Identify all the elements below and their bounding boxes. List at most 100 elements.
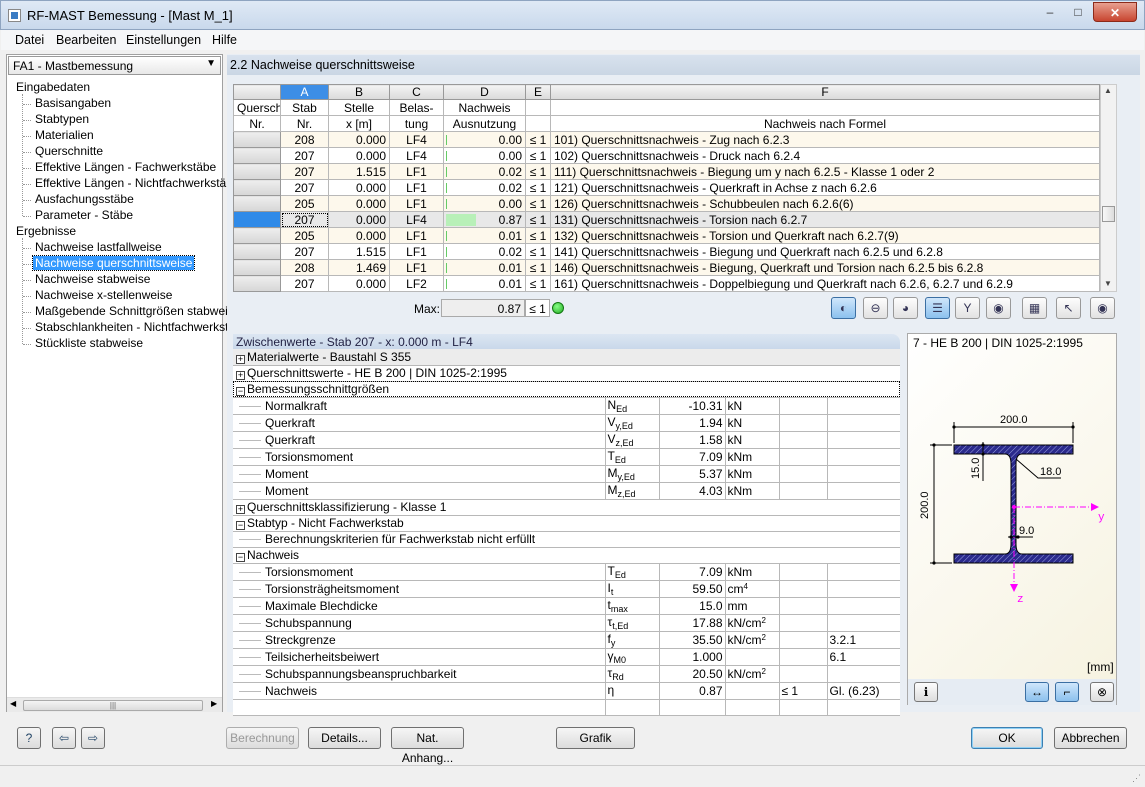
details-group[interactable]: + Querschnittsklassifizierung - Klasse 1 (233, 499, 900, 516)
utilization-cell[interactable]: 0.00 (443, 147, 526, 164)
row-header[interactable] (233, 195, 281, 212)
expand-icon[interactable]: + (236, 354, 245, 364)
loadcase-cell[interactable]: LF4 (389, 147, 444, 164)
table-row[interactable]: 207 1.515 LF1 0.02 ≤ 1 141) Querschnittsnachw… (233, 243, 1100, 260)
axis-toggle-button[interactable]: ⌐ (1055, 682, 1079, 702)
row-header[interactable] (233, 243, 281, 260)
expand-icon[interactable]: + (236, 505, 245, 514)
case-select[interactable]: FA1 - Mastbemessung ▼ (8, 56, 221, 75)
zoom-reset-button[interactable]: ⊗ (1090, 682, 1114, 702)
location-cell[interactable]: 0.000 (328, 275, 390, 292)
excel-export-button[interactable]: ▦ (1022, 297, 1047, 319)
table-vertical-scrollbar[interactable]: ▲ ▼ (1100, 84, 1117, 292)
tree-item-result[interactable]: Maßgebende Schnittgrößen stabweise (35, 304, 240, 318)
loadcase-cell[interactable]: LF1 (389, 243, 444, 260)
stab-cell[interactable]: 207 (280, 275, 329, 292)
resize-grip-icon[interactable]: ⋰ (1132, 773, 1141, 784)
graphic-button[interactable]: Grafik (556, 727, 635, 749)
location-cell[interactable]: 0.000 (328, 227, 390, 244)
tree-item-result[interactable]: Nachweise stabweise (35, 272, 150, 286)
calculation-button[interactable]: Berechnung (226, 727, 299, 749)
stab-cell[interactable]: 205 (280, 195, 329, 212)
table-row[interactable]: 207 0.000 LF1 0.02 ≤ 1 121) Querschnittsnachw… (233, 179, 1100, 196)
maximize-button[interactable]: □ (1065, 3, 1091, 21)
view-mode-button[interactable]: ◉ (986, 297, 1011, 319)
scroll-down-icon[interactable]: ▼ (1104, 279, 1112, 288)
formula-cell[interactable]: 132) Querschnittsnachweis - Torsion und … (550, 227, 1100, 244)
select-pointer-button[interactable]: ↖ (1056, 297, 1081, 319)
row-header[interactable] (233, 211, 281, 228)
tree-item-result[interactable]: Nachweise lastfallweise (35, 240, 162, 254)
close-button[interactable]: ✕ (1093, 2, 1137, 22)
menu-datei[interactable]: Datei (15, 33, 44, 47)
scroll-right-icon[interactable]: ▶ (211, 699, 217, 708)
loadcase-cell[interactable]: LF1 (389, 163, 444, 180)
location-cell[interactable]: 1.515 (328, 163, 390, 180)
scroll-thumb[interactable] (1102, 206, 1115, 222)
stab-cell[interactable]: 207 (280, 163, 329, 180)
minimize-button[interactable]: – (1037, 3, 1063, 21)
tree-item-result[interactable]: Stückliste stabweise (35, 336, 143, 350)
table-row[interactable]: 207 1.515 LF1 0.02 ≤ 1 111) Querschnittsnachw… (233, 163, 1100, 180)
loadcase-cell[interactable]: LF1 (389, 227, 444, 244)
location-cell[interactable]: 0.000 (328, 179, 390, 196)
details-group[interactable]: − Bemessungsschnittgrößen (233, 381, 900, 398)
cancel-button[interactable]: Abbrechen (1054, 727, 1127, 749)
row-header[interactable] (233, 179, 281, 196)
location-cell[interactable]: 0.000 (328, 195, 390, 212)
loadcase-cell[interactable]: LF4 (389, 211, 444, 228)
dimension-toggle-button[interactable]: ↔ (1025, 682, 1049, 702)
formula-cell[interactable]: 121) Querschnittsnachweis - Querkraft in… (550, 179, 1100, 196)
ok-button[interactable]: OK (971, 727, 1043, 749)
help-button[interactable]: ? (17, 727, 41, 749)
loadcase-cell[interactable]: LF1 (389, 195, 444, 212)
stab-cell[interactable]: 207 (280, 147, 329, 164)
scroll-thumb[interactable]: ||| (23, 700, 203, 711)
stab-cell[interactable]: 208 (280, 259, 329, 276)
national-annex-button[interactable]: Nat. Anhang... (391, 727, 464, 765)
column-letter-a[interactable]: A (280, 84, 329, 100)
loadcase-cell[interactable]: LF2 (389, 275, 444, 292)
location-cell[interactable]: 0.000 (328, 211, 390, 228)
utilization-cell[interactable]: 0.01 (443, 227, 526, 244)
table-row[interactable]: 207 0.000 LF2 0.01 ≤ 1 161) Querschnittsnachw… (233, 275, 1100, 292)
visibility-eye-button[interactable]: ◉ (1090, 297, 1115, 319)
expand-icon[interactable]: + (236, 371, 245, 380)
loadcase-cell[interactable]: LF1 (389, 179, 444, 196)
scroll-up-icon[interactable]: ▲ (1104, 86, 1112, 95)
scroll-left-icon[interactable]: ◀ (10, 699, 16, 708)
section-view-button[interactable]: ⊖ (863, 297, 888, 319)
tree-item-input[interactable]: Querschnitte (35, 144, 103, 158)
table-row[interactable]: 208 1.469 LF1 0.01 ≤ 1 146) Querschnittsnachw… (233, 259, 1100, 276)
utilization-cell[interactable]: 0.01 (443, 259, 526, 276)
next-button[interactable]: ⇨ (81, 727, 105, 749)
collapse-icon[interactable]: − (236, 521, 245, 530)
details-group[interactable]: + Querschnittswerte - HE B 200 | DIN 1025… (233, 365, 900, 382)
formula-cell[interactable]: 101) Querschnittsnachweis - Zug nach 6.2… (550, 131, 1100, 148)
location-cell[interactable]: 0.000 (328, 147, 390, 164)
stab-cell[interactable]: 208 (280, 131, 329, 148)
collapse-icon[interactable]: − (236, 387, 245, 396)
row-header[interactable] (233, 227, 281, 244)
formula-cell[interactable]: 161) Querschnittsnachweis - Doppelbiegun… (550, 275, 1100, 292)
row-header[interactable] (233, 275, 281, 292)
tree-item-result-selected[interactable]: Nachweise querschnittsweise (31, 255, 196, 271)
row-header[interactable] (233, 147, 281, 164)
utilization-bars-button[interactable]: ☰ (925, 297, 950, 319)
tree-item-input[interactable]: Basisangaben (35, 96, 111, 110)
row-header[interactable] (233, 163, 281, 180)
tree-item-result[interactable]: Nachweise x-stellenweise (35, 288, 172, 302)
collapse-icon[interactable]: − (236, 553, 245, 562)
column-letter-f[interactable]: F (550, 84, 1100, 100)
filter-greater-one-button[interactable]: Y (955, 297, 980, 319)
details-button[interactable]: Details... (308, 727, 381, 749)
stab-cell[interactable]: 207 (280, 179, 329, 196)
loadcase-cell[interactable]: LF4 (389, 131, 444, 148)
previous-button[interactable]: ⇦ (52, 727, 76, 749)
table-row[interactable]: 208 0.000 LF4 0.00 ≤ 1 101) Querschnittsnachw… (233, 131, 1100, 148)
location-cell[interactable]: 1.515 (328, 243, 390, 260)
column-letter-d[interactable]: D (443, 84, 526, 100)
tree-item-result[interactable]: Stabschlankheiten - Nichtfachwerkstäb (35, 320, 242, 334)
details-group[interactable]: − Stabtyp - Nicht Fachwerkstab (233, 515, 900, 532)
tree-item-input[interactable]: Materialien (35, 128, 94, 142)
